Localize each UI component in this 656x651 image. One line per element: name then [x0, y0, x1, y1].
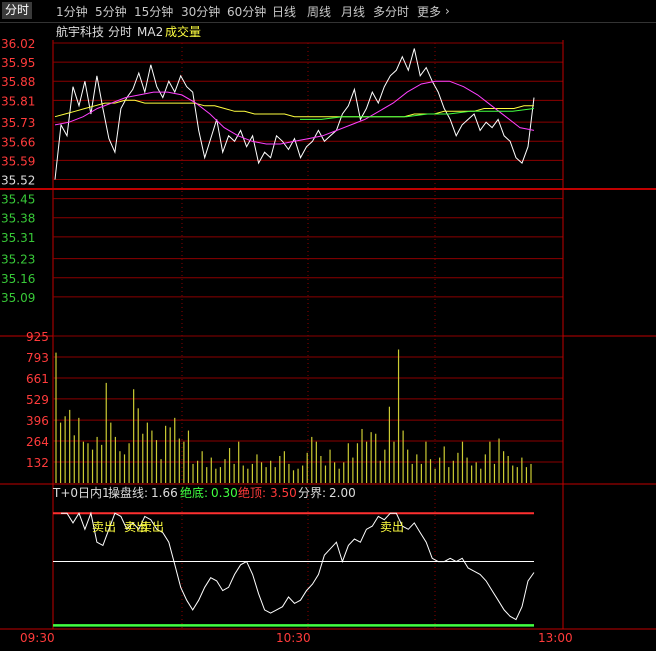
period-label: 分时 [108, 25, 132, 39]
volume-tick: 264 [26, 435, 49, 449]
price-tick: 35.52 [1, 174, 35, 188]
price-tick: 35.66 [1, 135, 35, 149]
price-tick: 35.95 [1, 56, 35, 70]
price-tick: 35.16 [1, 272, 35, 286]
price-tick: 35.88 [1, 75, 35, 89]
price-tick: 35.38 [1, 212, 35, 226]
price-tick: 35.73 [1, 116, 35, 130]
indicator-name: T+0日内1 [52, 486, 110, 500]
ma-label: MA2 [137, 25, 163, 39]
sell-signal: 卖出 [92, 520, 116, 534]
price-tick: 35.31 [1, 231, 35, 245]
price-tick: 36.02 [1, 37, 35, 51]
boundary-label: 分界: [298, 486, 326, 500]
time-tick: 09:30 [20, 631, 55, 645]
top-label: 绝顶: [238, 485, 266, 500]
stock-name: 航宇科技 [56, 24, 104, 39]
volume-tick: 793 [26, 351, 49, 365]
sell-signal: 卖出 [380, 520, 404, 534]
price-tick: 35.23 [1, 253, 35, 267]
price-series-1 [54, 99, 534, 118]
volume-tick: 132 [26, 456, 49, 470]
volume-tick: 396 [26, 414, 49, 428]
intraday-chart: 36.02 35.95 35.88 35.81 35.73 35.66 35.59 35.52… [0, 24, 656, 645]
low-value: 0.30 [211, 486, 238, 500]
volume-panel [55, 349, 532, 483]
chart-labels: 36.02 35.95 35.88 35.81 35.73 35.66 35.59 35.52… [1, 24, 573, 645]
volume-label: 成交量 [165, 24, 201, 39]
top-value: 3.50 [270, 486, 297, 500]
price-tick: 35.81 [1, 94, 35, 108]
price-tick: 35.45 [1, 193, 35, 207]
price-panel [54, 48, 535, 180]
price-tick: 35.09 [1, 291, 35, 305]
chart-grid [0, 40, 656, 630]
volume-tick: 925 [26, 330, 49, 344]
boundary-value: 2.00 [329, 486, 356, 500]
time-tick: 13:00 [538, 631, 573, 645]
volume-tick: 661 [26, 372, 49, 386]
line-label: 操盘线: [108, 485, 148, 500]
low-label: 绝底: [180, 485, 208, 500]
volume-tick: 529 [26, 393, 49, 407]
price-series-0 [54, 48, 535, 180]
line-value: 1.66 [151, 486, 178, 500]
time-tick: 10:30 [276, 631, 311, 645]
sell-signal: 卖出 [140, 520, 164, 534]
price-tick: 35.59 [1, 154, 35, 168]
